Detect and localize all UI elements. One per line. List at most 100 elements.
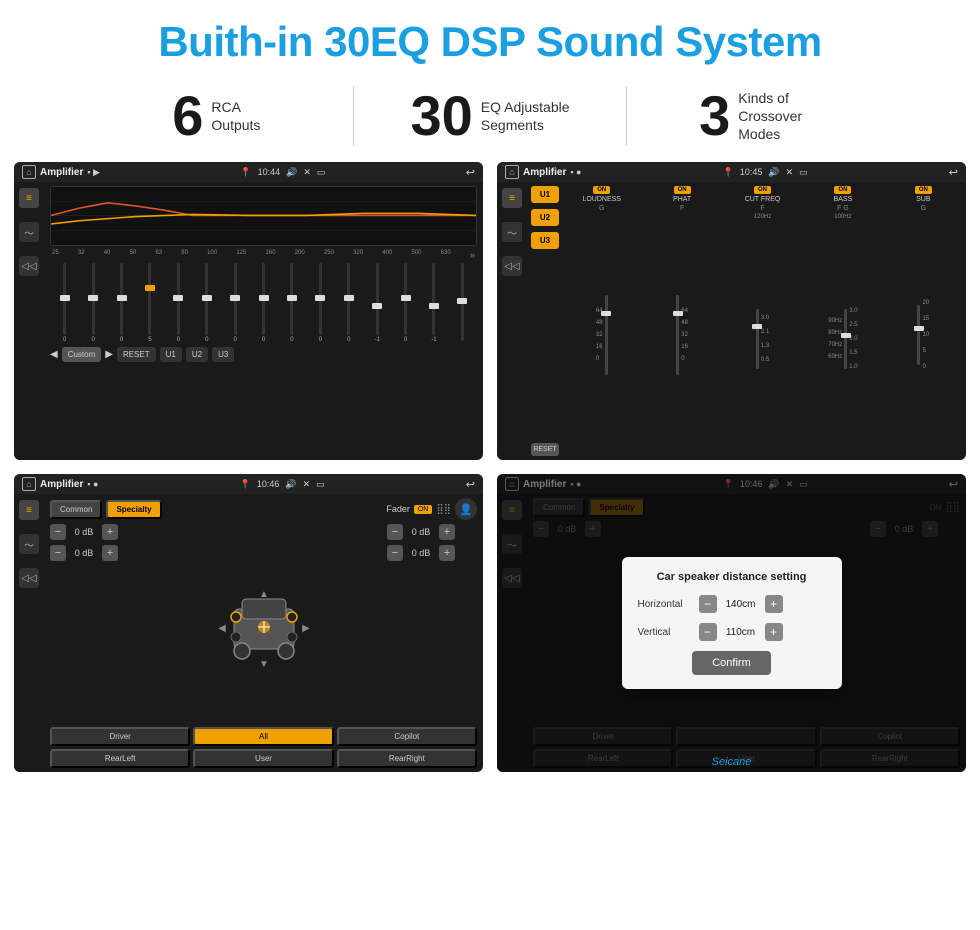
sub-label: SUB xyxy=(916,196,930,203)
u2-btn-1[interactable]: U2 xyxy=(186,347,208,362)
db-row-1: − 0 dB + xyxy=(50,524,140,540)
wave-icon-2[interactable]: 〜 xyxy=(502,222,522,242)
record-icon-3: ▪ ● xyxy=(87,479,98,489)
db-minus-2[interactable]: − xyxy=(50,545,66,561)
phat-slider[interactable]: 644832160 xyxy=(676,214,688,456)
record-icon-2: ▪ ● xyxy=(570,167,581,177)
reset-btn-1[interactable]: RESET xyxy=(117,347,156,362)
u3-btn-2[interactable]: U3 xyxy=(531,232,559,249)
db-plus-1[interactable]: + xyxy=(102,524,118,540)
bass-slider[interactable]: 90Hz80Hz70Hz60Hz 3.02.52.01.51.0 xyxy=(828,222,857,456)
all-btn[interactable]: All xyxy=(193,727,333,746)
horizontal-minus[interactable]: − xyxy=(699,595,717,613)
eq-slider-14[interactable]: -1 xyxy=(421,263,446,343)
db-minus-4[interactable]: − xyxy=(387,545,403,561)
tab-common-3[interactable]: Common xyxy=(50,500,102,519)
eq-slider-15[interactable] xyxy=(450,263,475,343)
status-left-3: Amplifier ▪ ● xyxy=(22,477,98,491)
db-minus-3[interactable]: − xyxy=(387,524,403,540)
eq-slider-12[interactable]: -1 xyxy=(364,263,389,343)
eq-slider-13[interactable]: 0 xyxy=(393,263,418,343)
speaker-icon[interactable]: ◁◁ xyxy=(19,256,39,276)
prev-icon[interactable]: ◀ xyxy=(50,349,58,360)
screen1-content: ≡ 〜 ◁◁ xyxy=(14,182,483,460)
confirm-button[interactable]: Confirm xyxy=(692,651,771,675)
horizontal-label: Horizontal xyxy=(638,599,693,610)
settings-icon[interactable]: 👤 xyxy=(455,498,477,520)
fader-bottom-btns: Driver All Copilot RearLeft User RearRig… xyxy=(50,727,477,768)
home-icon-3[interactable] xyxy=(22,477,36,491)
user-btn[interactable]: User xyxy=(193,749,333,768)
eq-icon-3[interactable]: ≡ xyxy=(19,500,39,520)
window-icon-1: ▭ xyxy=(317,167,326,178)
channel-bass: ON BASS F G 100Hz 90Hz80Hz70Hz60Hz 3.02.… xyxy=(804,186,881,456)
status-right-2: ↩ xyxy=(949,166,958,179)
tab-specialty-3[interactable]: Specialty xyxy=(106,500,161,519)
eq-slider-7[interactable]: 0 xyxy=(222,263,247,343)
cutfreq-slider[interactable]: 3.02.11.30.5 xyxy=(756,222,769,456)
eq-slider-5[interactable]: 0 xyxy=(166,263,191,343)
screen-crossover: Amplifier ▪ ● 📍 10:45 🔊 ✕ ▭ ↩ ≡ 〜 ◁◁ xyxy=(497,162,966,460)
eq-slider-2[interactable]: 0 xyxy=(80,263,105,343)
svg-text:◀: ◀ xyxy=(218,623,226,634)
db-plus-2[interactable]: + xyxy=(102,545,118,561)
speaker-icon-3[interactable]: ◁◁ xyxy=(19,568,39,588)
back-icon-3[interactable]: ↩ xyxy=(466,478,475,491)
next-icon[interactable]: ▶ xyxy=(105,349,113,360)
wave-icon[interactable]: 〜 xyxy=(19,222,39,242)
rearright-btn[interactable]: RearRight xyxy=(337,749,477,768)
eq-slider-9[interactable]: 0 xyxy=(279,263,304,343)
eq-slider-10[interactable]: 0 xyxy=(308,263,333,343)
u3-btn-1[interactable]: U3 xyxy=(212,347,234,362)
horizontal-row: Horizontal − 140cm + xyxy=(638,595,826,613)
eq-slider-4[interactable]: 5 xyxy=(137,263,162,343)
copilot-btn[interactable]: Copilot xyxy=(337,727,477,746)
screen-distance: Amplifier ▪ ● 📍 10:46 🔊 ✕ ▭ ↩ ≡ 〜 ◁◁ xyxy=(497,474,966,772)
back-icon-2[interactable]: ↩ xyxy=(949,166,958,179)
eq-slider-1[interactable]: 0 xyxy=(52,263,77,343)
sub-slider[interactable]: 20151050 xyxy=(917,214,929,456)
eq-slider-11[interactable]: 0 xyxy=(336,263,361,343)
back-icon-1[interactable]: ↩ xyxy=(466,166,475,179)
app-title-3: Amplifier xyxy=(40,479,83,490)
vertical-minus[interactable]: − xyxy=(699,623,717,641)
fader-side-icons: ≡ 〜 ◁◁ xyxy=(14,494,44,772)
vertical-plus[interactable]: + xyxy=(765,623,783,641)
u2-btn-2[interactable]: U2 xyxy=(531,209,559,226)
phat-on[interactable]: ON xyxy=(674,186,691,194)
eq-icon-2[interactable]: ≡ xyxy=(502,188,522,208)
fader-right-controls: − 0 dB + − 0 dB + xyxy=(387,524,477,723)
window-icon-2: ▭ xyxy=(799,167,808,178)
volume-icon-2: 🔊 xyxy=(768,167,779,178)
vertical-row: Vertical − 110cm + xyxy=(638,623,826,641)
u1-btn-2[interactable]: U1 xyxy=(531,186,559,203)
home-icon-2[interactable] xyxy=(505,165,519,179)
speaker-icon-2[interactable]: ◁◁ xyxy=(502,256,522,276)
eq-icon[interactable]: ≡ xyxy=(19,188,39,208)
bass-on[interactable]: ON xyxy=(834,186,851,194)
cutfreq-on[interactable]: ON xyxy=(754,186,771,194)
loudness-slider[interactable]: 644832160 xyxy=(596,214,608,456)
eq-slider-3[interactable]: 0 xyxy=(109,263,134,343)
home-icon-1[interactable] xyxy=(22,165,36,179)
eq-slider-8[interactable]: 0 xyxy=(251,263,276,343)
channel-cutfreq: ON CUT FREQ F 120Hz 3.02.11.30.5 xyxy=(724,186,801,456)
sub-on[interactable]: ON xyxy=(915,186,932,194)
fader-main: Common Specialty Fader ON ⣿⣿ 👤 − 0 dB + xyxy=(44,494,483,772)
custom-btn[interactable]: Custom xyxy=(62,347,102,362)
u1-btn-1[interactable]: U1 xyxy=(160,347,182,362)
rearleft-btn[interactable]: RearLeft xyxy=(50,749,190,768)
loudness-on[interactable]: ON xyxy=(593,186,610,194)
db-plus-4[interactable]: + xyxy=(439,545,455,561)
horizontal-plus[interactable]: + xyxy=(765,595,783,613)
location-icon-2: 📍 xyxy=(723,167,734,178)
wave-icon-3[interactable]: 〜 xyxy=(19,534,39,554)
status-bar-2: Amplifier ▪ ● 📍 10:45 🔊 ✕ ▭ ↩ xyxy=(497,162,966,182)
db-minus-1[interactable]: − xyxy=(50,524,66,540)
eq-slider-6[interactable]: 0 xyxy=(194,263,219,343)
screen-eq: Amplifier ▪ ▶ 📍 10:44 🔊 ✕ ▭ ↩ ≡ 〜 ◁◁ xyxy=(14,162,483,460)
close-icon-2: ✕ xyxy=(786,167,794,178)
db-plus-3[interactable]: + xyxy=(439,524,455,540)
driver-btn[interactable]: Driver xyxy=(50,727,190,746)
reset-btn-2[interactable]: RESET xyxy=(531,443,559,456)
